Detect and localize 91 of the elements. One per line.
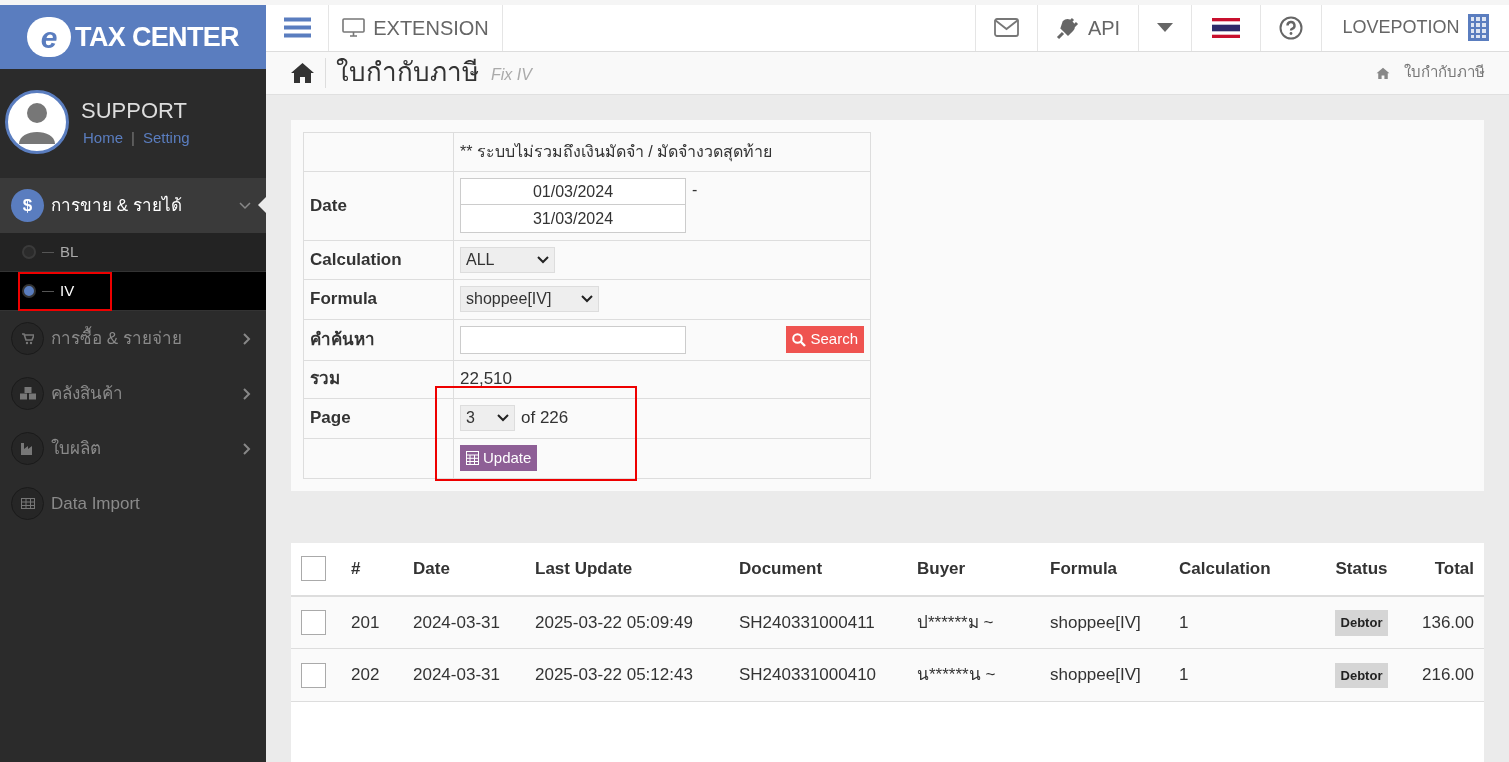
field-label: รวม: [310, 369, 340, 389]
table-cell: SH240331000411: [739, 612, 875, 632]
field-label: คำค้นหา: [310, 329, 375, 349]
user-link[interactable]: Setting: [142, 126, 190, 150]
table-cell: shoppee[IV]: [1050, 612, 1141, 632]
monitor-icon: [342, 18, 366, 38]
chevron-down-icon: [581, 295, 593, 303]
table-cell: 201: [351, 612, 380, 632]
search-icon: [792, 332, 807, 347]
table-cell: 2024-03-31: [413, 665, 500, 685]
date-from-field[interactable]: 01/03/2024: [460, 178, 686, 205]
logo-text: TAX CENTER: [75, 23, 239, 51]
link-separator: |: [131, 127, 135, 148]
api-button[interactable]: API: [1055, 12, 1121, 43]
cart-icon: [11, 322, 44, 355]
update-button[interactable]: Update: [460, 445, 538, 471]
company-button[interactable]: LOVEPOTION: [1342, 14, 1489, 42]
chevron-down-icon: [497, 414, 509, 422]
chevron-right-icon: [243, 387, 251, 400]
table-cell: 2024-03-31: [413, 612, 500, 632]
logo-letter: e: [27, 17, 72, 57]
calculation-select[interactable]: ALL: [460, 246, 555, 273]
breadcrumb-item[interactable]: ใบกำกับภาษี: [1404, 61, 1485, 84]
search-field[interactable]: [460, 325, 686, 354]
search-button[interactable]: Search: [786, 326, 864, 353]
sidebar-item[interactable]: คลังสินค้า: [0, 366, 266, 421]
column-header: Last Update: [535, 558, 633, 578]
mail-icon[interactable]: [994, 18, 1019, 38]
menu-icon[interactable]: [283, 17, 311, 39]
sidebar-item[interactable]: การซื้อ & รายจ่าย: [0, 311, 266, 366]
sidebar-item[interactable]: ใบผลิต: [0, 421, 266, 476]
page-count: of 226: [521, 407, 569, 430]
checkbox[interactable]: [301, 609, 326, 635]
user-name: SUPPORT: [81, 96, 188, 125]
caret-down-icon[interactable]: [1157, 23, 1173, 33]
column-header: #: [351, 558, 361, 578]
note-text: ** ระบบไม่รวมถึงเงินมัดจำ / มัดจำงวดสุดท้าย: [460, 142, 773, 160]
column-header: Document: [739, 558, 823, 578]
submenu-item[interactable]: BL: [0, 233, 266, 272]
factory-icon: [11, 432, 44, 465]
chevron-right-icon: [243, 442, 251, 455]
formula-select[interactable]: shoppee[IV]: [460, 286, 599, 312]
column-header: Status: [1335, 558, 1388, 578]
table-icon: [11, 487, 44, 520]
field-label: Page: [310, 408, 351, 428]
table-cell: 2025-03-22 05:12:43: [535, 665, 693, 685]
user-link[interactable]: Home: [83, 126, 123, 150]
table-cell: 136.00: [1422, 612, 1474, 632]
table-cell: 2025-03-22 05:09:49: [535, 612, 693, 632]
table-cell: 216.00: [1422, 665, 1474, 685]
date-separator: -: [692, 180, 698, 200]
bullet-icon: [22, 284, 36, 298]
thai-flag-icon[interactable]: [1212, 17, 1240, 38]
boxes-icon: [11, 377, 44, 410]
submenu-item[interactable]: IV: [0, 272, 266, 311]
column-header: Buyer: [917, 558, 966, 578]
checkbox[interactable]: [301, 662, 326, 688]
page-subtitle: Fix IV: [491, 64, 532, 85]
date-to-field[interactable]: 31/03/2024: [460, 205, 686, 233]
table-cell: 1: [1179, 612, 1189, 632]
chevron-down-icon: [537, 255, 549, 264]
column-header: Total: [1434, 558, 1474, 578]
dollar-badge: $: [11, 189, 44, 222]
table-cell: 202: [351, 665, 380, 685]
sidebar-item[interactable]: Data Import: [0, 476, 266, 531]
help-icon[interactable]: [1279, 15, 1303, 40]
page-select[interactable]: 3: [460, 405, 515, 431]
extension-button[interactable]: EXTENSION: [342, 12, 489, 43]
status-badge: Debtor: [1334, 610, 1389, 636]
home-icon[interactable]: [290, 62, 315, 84]
table-cell: น******น ~: [917, 665, 996, 685]
chevron-down-icon: [239, 201, 251, 210]
table-cell: shoppee[IV]: [1050, 665, 1141, 685]
checkbox[interactable]: [301, 556, 326, 581]
page-title: ใบกำกับภาษี: [336, 56, 479, 90]
field-label: Calculation: [310, 249, 402, 269]
chevron-right-icon: [243, 332, 251, 345]
sidebar-item[interactable]: $ การขาย & รายได้: [0, 178, 266, 233]
field-label: Date: [310, 195, 347, 215]
field-label: Formula: [310, 289, 378, 309]
building-icon: [1467, 14, 1489, 42]
status-badge: Debtor: [1334, 662, 1389, 689]
total-value: 22,510: [460, 369, 512, 389]
column-header: Calculation: [1179, 558, 1271, 578]
column-header: Formula: [1050, 558, 1118, 578]
table-cell: SH240331000410: [739, 665, 877, 685]
table-cell: 1: [1179, 665, 1189, 685]
table-cell: ป******ม ~: [917, 612, 994, 632]
column-header: Date: [413, 558, 450, 578]
plug-icon: [1055, 15, 1080, 40]
calculator-icon: [466, 451, 479, 465]
